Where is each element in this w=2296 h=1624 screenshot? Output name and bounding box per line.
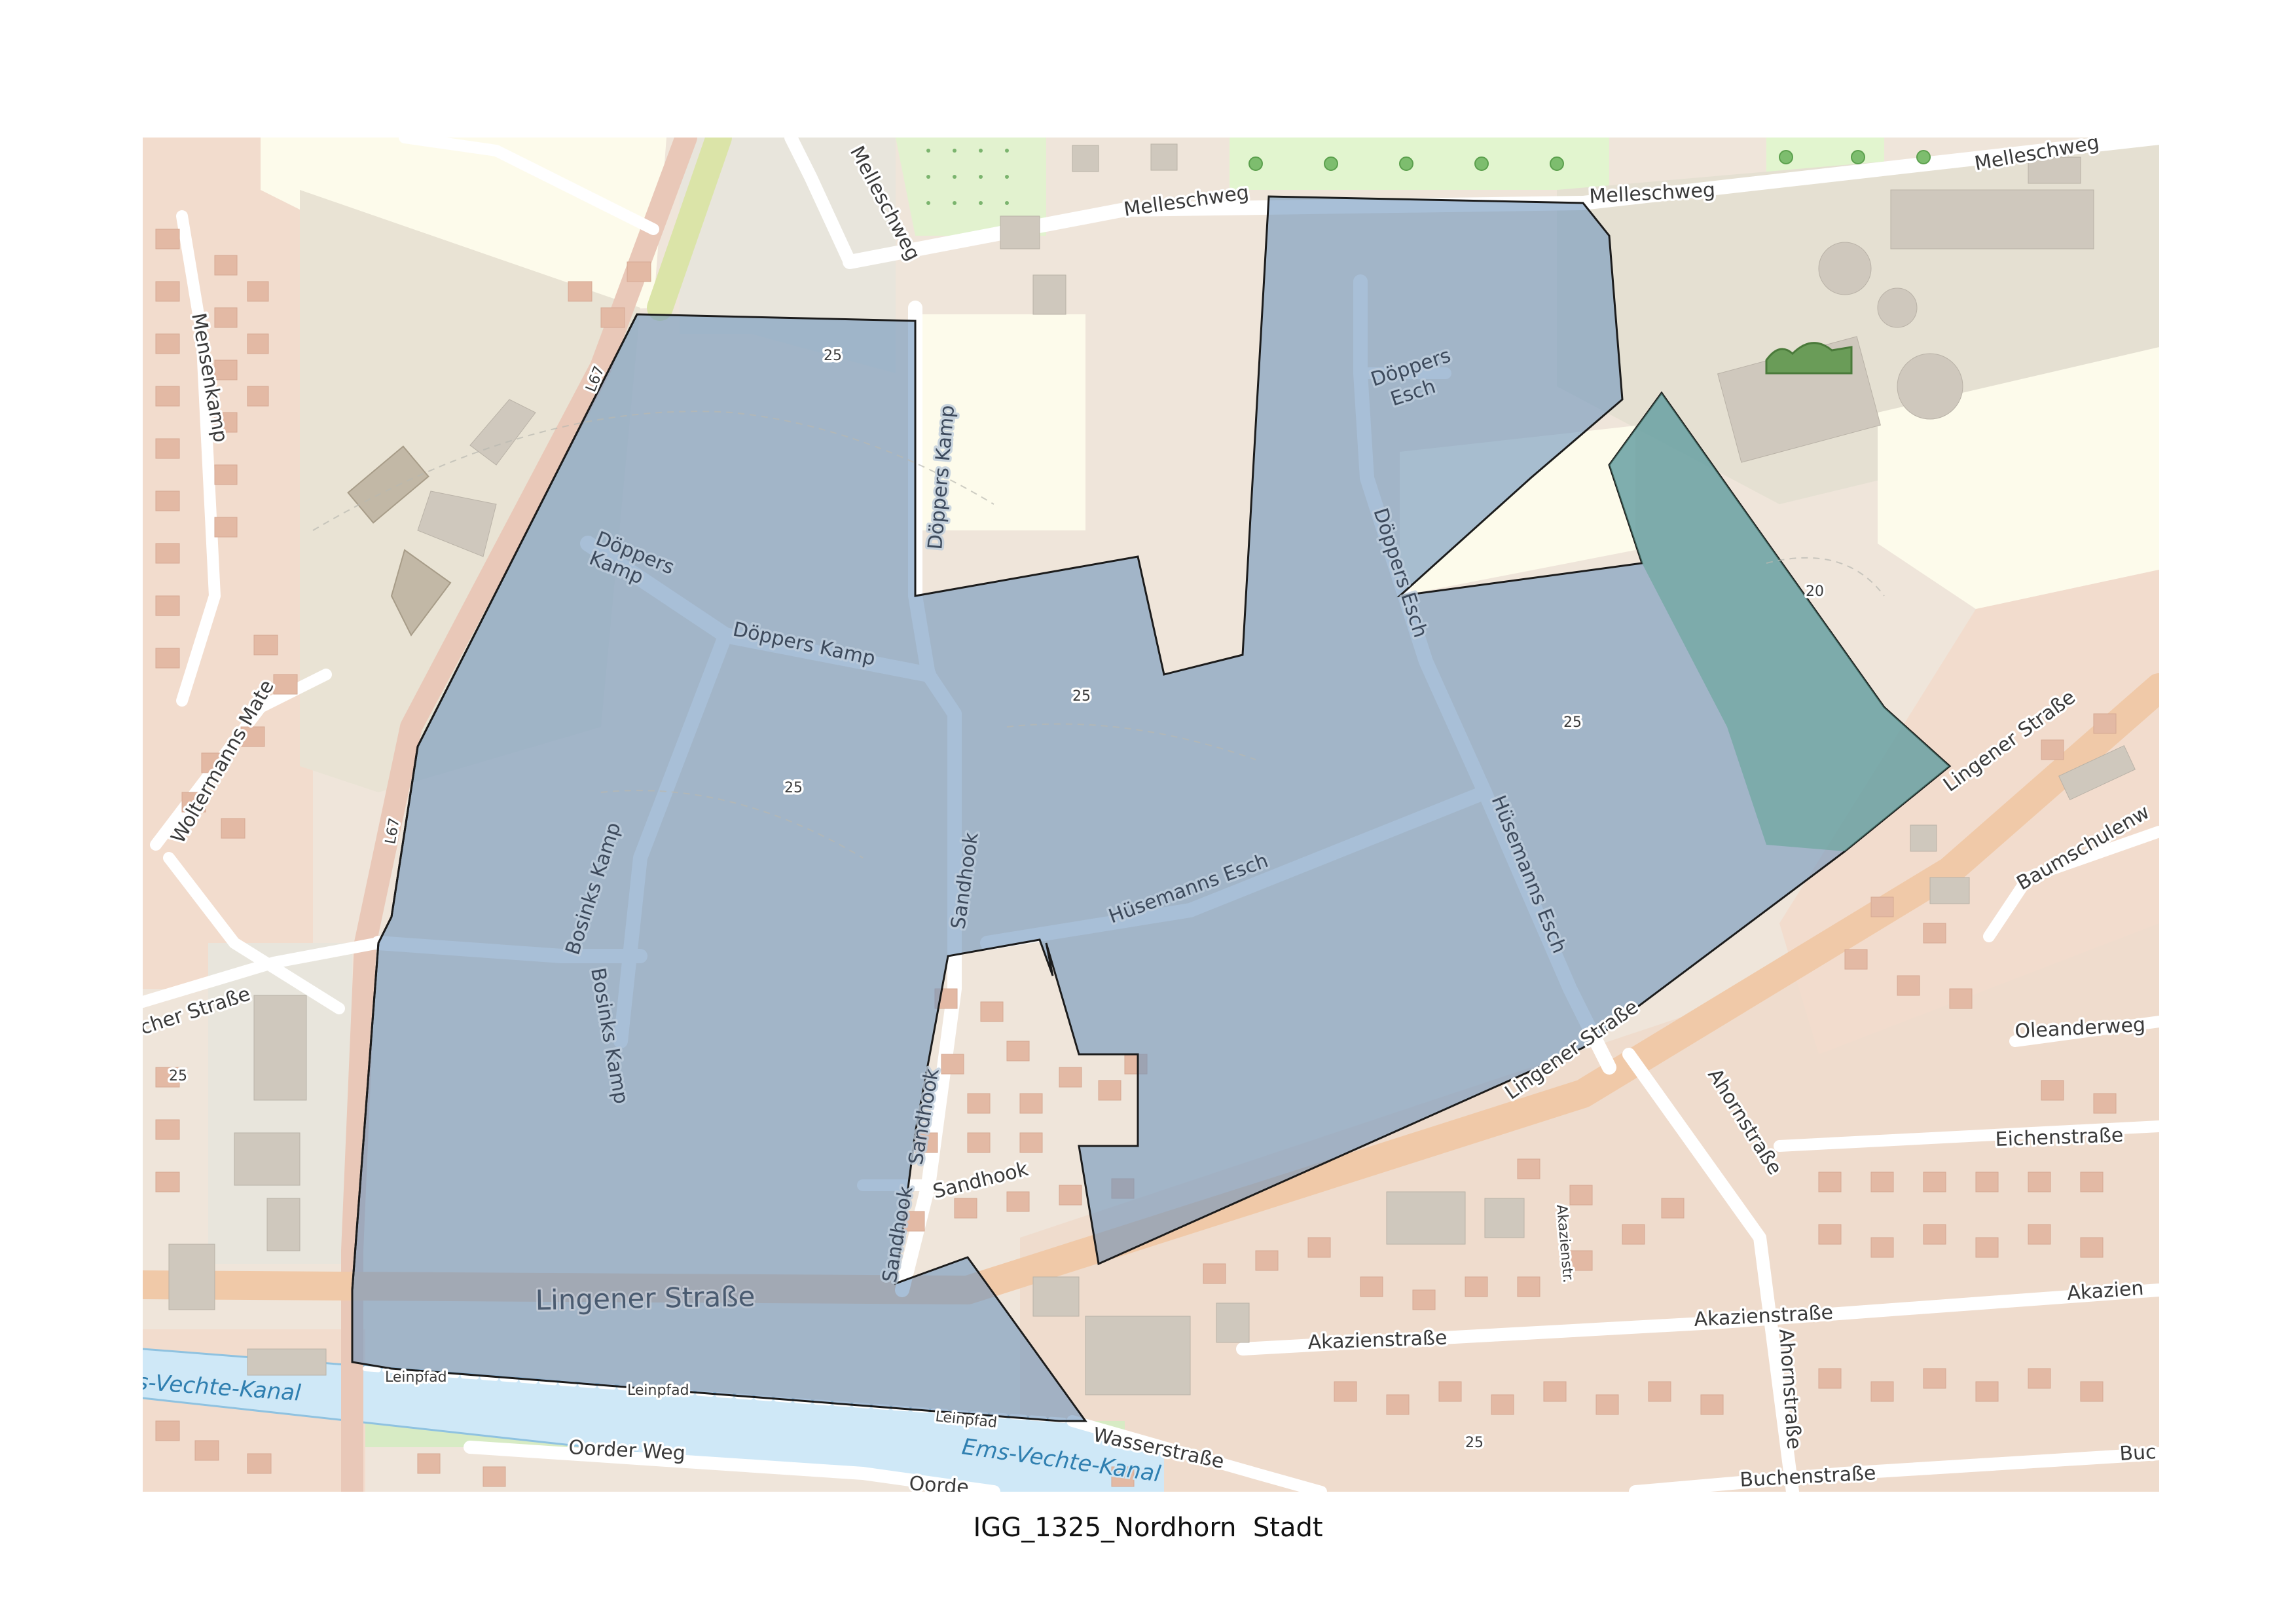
map-frame[interactable]: Melleschweg Melleschweg Melleschweg Mell… (143, 138, 2159, 1492)
label-contour-5: 25 (169, 1068, 187, 1084)
label-akazien-1: Akazienstraße (1307, 1327, 1448, 1354)
label-leinpfad-1: Leinpfad (385, 1369, 447, 1386)
label-contour-2: 25 (1072, 688, 1091, 705)
label-leinpfad-2: Leinpfad (627, 1382, 689, 1399)
label-contour-7: 20 (1806, 583, 1824, 600)
label-eichen: Eichenstraße (1995, 1124, 2124, 1151)
label-contour-1: 25 (824, 348, 842, 364)
label-contour-6: 25 (1465, 1435, 1484, 1451)
label-contour-3: 25 (784, 780, 803, 796)
map-canvas[interactable]: Melleschweg Melleschweg Melleschweg Mell… (143, 138, 2159, 1492)
label-buchen-2: Buc (2119, 1441, 2157, 1466)
label-lingener-1: Lingener Straße (535, 1280, 756, 1316)
label-oorder-2: Oorde (908, 1472, 970, 1492)
map-caption: IGG_1325_Nordhorn Stadt (973, 1513, 1323, 1543)
label-contour-4: 25 (1563, 714, 1582, 731)
